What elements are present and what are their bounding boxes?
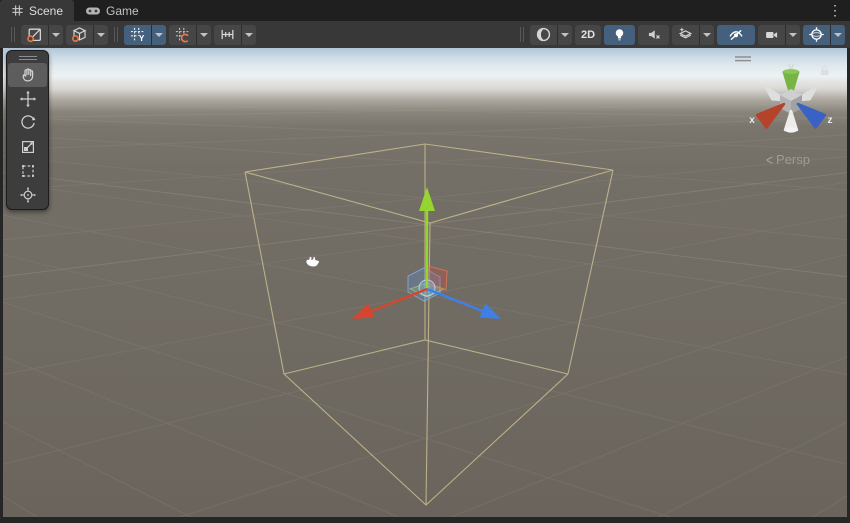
caret-down-icon	[245, 33, 253, 37]
camera-button[interactable]	[758, 25, 785, 45]
axis-label-x: x	[749, 115, 755, 126]
caret-down-icon	[52, 33, 60, 37]
grid-visibility-button[interactable]: Y	[124, 25, 151, 45]
grid-visibility-dropdown[interactable]	[152, 25, 166, 45]
pivot-control	[66, 25, 108, 45]
axis-arrow-x[interactable]	[352, 289, 427, 319]
pivot-cube-button[interactable]	[66, 25, 93, 45]
axis-cone-z[interactable]	[798, 104, 825, 128]
orientation-gizmo[interactable]: y	[749, 61, 832, 133]
rect-tool-icon	[19, 162, 37, 180]
effects-icon	[677, 26, 694, 43]
scene-grid-icon	[11, 4, 24, 17]
translate-gizmo[interactable]	[352, 187, 501, 319]
tab-game[interactable]: Game	[74, 0, 150, 21]
snap-grid-icon	[174, 26, 191, 43]
rotate-tool-button[interactable]	[8, 111, 47, 135]
tab-game-label: Game	[106, 4, 139, 18]
snap-increment-control	[214, 25, 256, 45]
scene-view-window: Scene Game ⋮ Y	[0, 0, 850, 523]
axis-arrow-z[interactable]	[427, 289, 501, 319]
pan-cursor-icon	[306, 257, 319, 267]
camera-icon	[763, 27, 780, 43]
audio-mute-icon	[646, 27, 662, 42]
snap-grid-control	[169, 25, 211, 45]
lighting-toggle-button[interactable]	[604, 25, 635, 45]
draw-mode-control	[21, 25, 63, 45]
shading-mode-dropdown[interactable]	[558, 25, 572, 45]
audio-toggle-button[interactable]	[638, 25, 669, 45]
shading-mode-button[interactable]	[530, 25, 557, 45]
move-tool-icon	[19, 90, 37, 108]
tab-scene-label: Scene	[29, 4, 63, 18]
toolbar-separator	[114, 27, 118, 42]
axis-label-z: z	[828, 115, 833, 126]
grid-visibility-icon: Y	[129, 26, 146, 43]
caret-down-icon	[561, 33, 569, 37]
axis-cone-x[interactable]	[757, 104, 784, 128]
transform-tool-icon	[19, 186, 37, 204]
scene-render: y	[3, 48, 847, 517]
effects-button[interactable]	[672, 25, 699, 45]
camera-control	[758, 25, 800, 45]
lighting-bulb-icon	[612, 27, 627, 42]
lock-icon[interactable]	[821, 66, 829, 75]
grid-visibility-control: Y	[124, 25, 166, 45]
scale-tool-button[interactable]	[8, 135, 47, 159]
snap-increment-icon	[219, 26, 236, 43]
pivot-dropdown[interactable]	[94, 25, 108, 45]
snap-increment-button[interactable]	[214, 25, 241, 45]
caret-down-icon	[155, 33, 163, 37]
camera-dropdown[interactable]	[786, 25, 800, 45]
view-hand-tool-button[interactable]	[8, 63, 47, 87]
move-tool-button[interactable]	[8, 87, 47, 111]
pivot-cube-icon	[71, 26, 88, 43]
snap-grid-button[interactable]	[169, 25, 196, 45]
draw-mode-button[interactable]	[21, 25, 48, 45]
scene-viewport[interactable]: y	[3, 48, 847, 517]
projection-arrow-icon: <	[766, 151, 773, 168]
toolbar-separator	[11, 27, 15, 42]
draw-mode-icon	[26, 26, 43, 43]
projection-label: Persp	[776, 152, 810, 167]
effects-control	[672, 25, 714, 45]
gizmos-control	[803, 25, 845, 45]
gamepad-icon	[85, 5, 101, 17]
view-hand-icon	[19, 66, 37, 84]
gizmos-button[interactable]	[803, 25, 830, 45]
2d-toggle-button[interactable]: 2D	[575, 25, 601, 45]
rect-tool-button[interactable]	[8, 159, 47, 183]
tab-bar: Scene Game ⋮	[0, 0, 850, 21]
caret-down-icon	[200, 33, 208, 37]
shading-mode-control	[530, 25, 572, 45]
caret-down-icon	[789, 33, 797, 37]
gizmos-dropdown[interactable]	[831, 25, 845, 45]
tool-palette	[6, 50, 49, 210]
tool-palette-drag-handle[interactable]	[8, 53, 47, 63]
scene-visibility-icon	[727, 27, 745, 43]
snap-increment-dropdown[interactable]	[242, 25, 256, 45]
snap-grid-dropdown[interactable]	[197, 25, 211, 45]
overlay-drag-handle[interactable]	[735, 57, 751, 61]
more-menu-button[interactable]: ⋮	[828, 1, 842, 20]
draw-mode-dropdown[interactable]	[49, 25, 63, 45]
caret-down-icon	[834, 33, 842, 37]
svg-text:Y: Y	[139, 33, 145, 43]
toolbar-separator	[520, 27, 524, 42]
gizmos-sphere-icon	[808, 26, 825, 43]
caret-down-icon	[703, 33, 711, 37]
shading-sphere-icon	[535, 26, 552, 43]
rotate-tool-icon	[19, 114, 37, 132]
scale-tool-icon	[19, 138, 37, 156]
scene-toolbar: Y 2D	[0, 21, 850, 48]
axis-cone-front[interactable]	[785, 111, 797, 133]
projection-toggle[interactable]: < Persp	[766, 152, 810, 167]
tab-scene[interactable]: Scene	[0, 0, 74, 21]
scene-visibility-button[interactable]	[717, 25, 755, 45]
transform-tool-button[interactable]	[8, 183, 47, 207]
caret-down-icon	[97, 33, 105, 37]
effects-dropdown[interactable]	[700, 25, 714, 45]
